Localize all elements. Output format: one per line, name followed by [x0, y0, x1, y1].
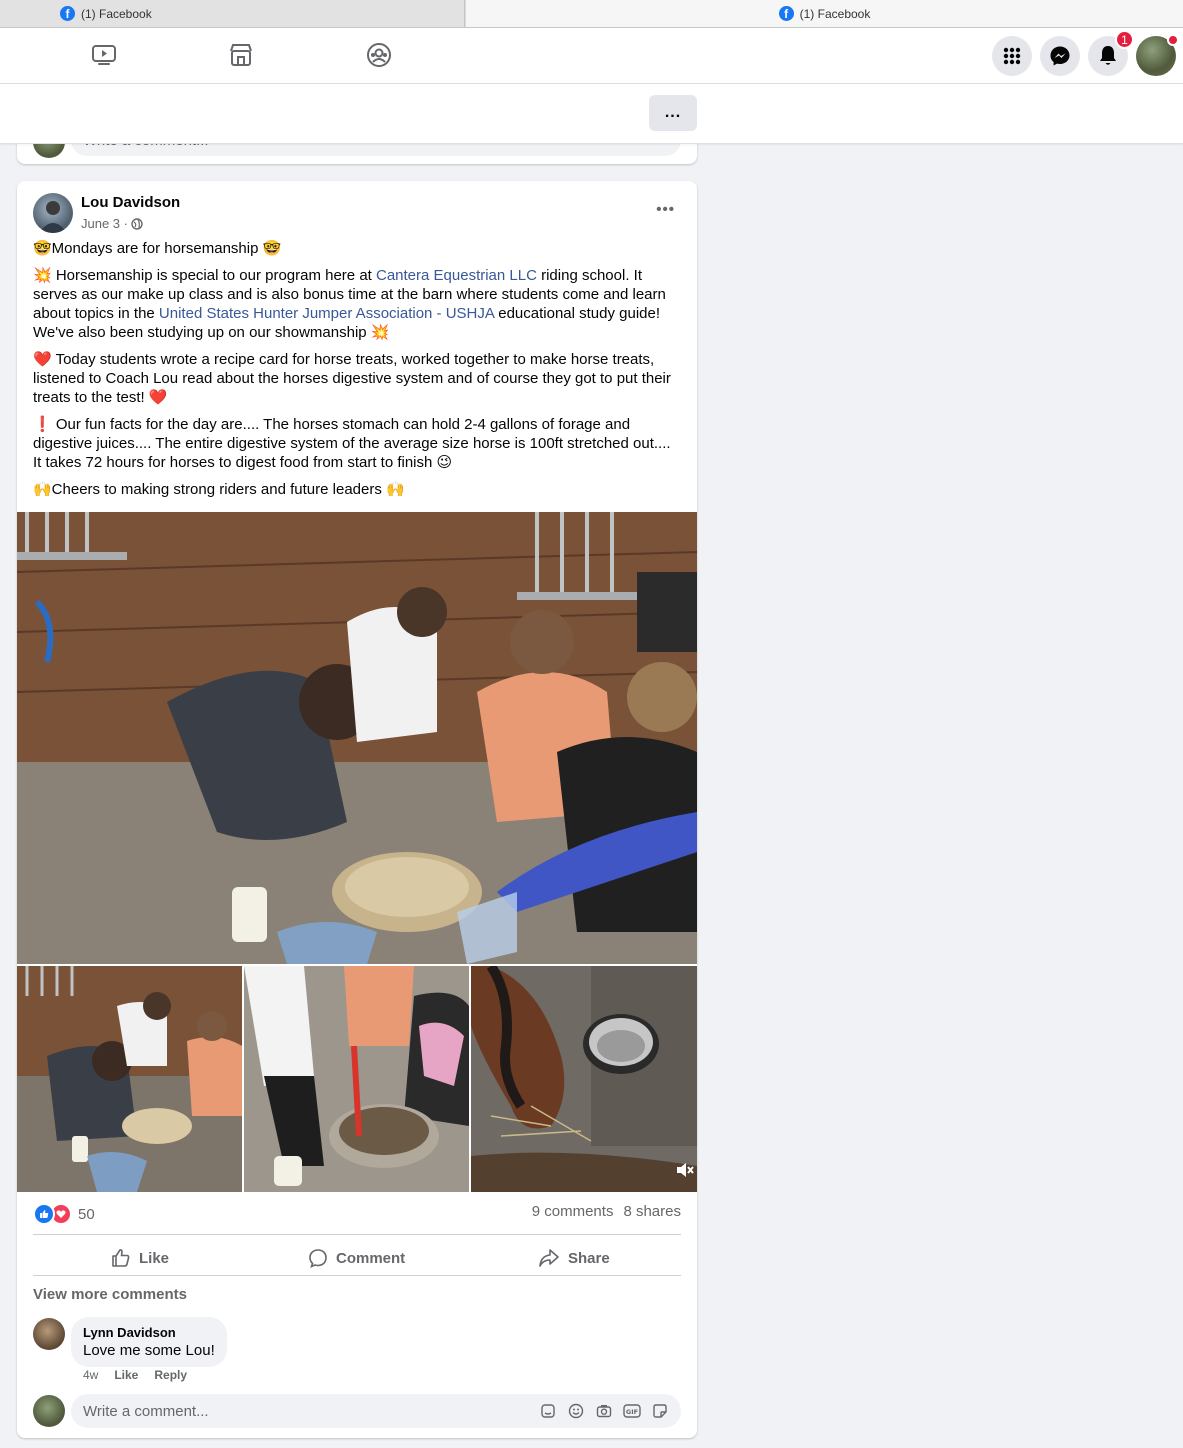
post-date[interactable]: June 3 · [81, 216, 128, 231]
browser-tab-1[interactable]: f (1) Facebook [0, 0, 465, 27]
post-text: 🤓Mondays are for horsemanship 🤓 💥 Horsem… [33, 239, 683, 507]
like-button[interactable]: Like [111, 1241, 169, 1275]
browser-tab-1-label: (1) Facebook [81, 6, 152, 21]
actions-bottom-divider [33, 1275, 681, 1276]
post-paragraph-2: 💥 Horsemanship is special to our program… [33, 266, 683, 342]
notification-count-badge: 1 [1115, 30, 1134, 49]
comment-icon [309, 1249, 327, 1268]
post-paragraph-2-a: 💥 Horsemanship is special to our program… [33, 267, 376, 284]
commenter-avatar[interactable] [33, 1318, 65, 1350]
gif-icon[interactable]: GIF [623, 1402, 641, 1420]
post-options-button[interactable]: ••• [656, 201, 675, 218]
post-paragraph-5: 🙌Cheers to making strong riders and futu… [33, 481, 405, 498]
comment-like-button[interactable]: Like [114, 1368, 138, 1382]
write-comment-input[interactable]: Write a comment... GIF [71, 1394, 681, 1428]
reaction-summary[interactable]: 50 [33, 1203, 95, 1225]
more-options-button[interactable]: ... [649, 95, 697, 131]
top-navigation-bar: 1 [0, 28, 1183, 84]
share-icon [539, 1249, 559, 1267]
engagement-counts: 9 comments 8 shares [532, 1203, 681, 1220]
like-label: Like [139, 1249, 170, 1267]
browser-tab-2-label: (1) Facebook [799, 6, 871, 21]
post-photo-main[interactable] [17, 512, 697, 964]
post-video-thumbnail[interactable] [471, 966, 697, 1192]
account-alert-dot [1167, 34, 1179, 46]
comment-composer-icons: GIF [539, 1402, 669, 1420]
globe-icon [131, 217, 143, 230]
commenter-name[interactable]: Lynn Davidson [83, 1325, 215, 1340]
comment-label: Comment [336, 1249, 406, 1267]
menu-grid-icon [1003, 47, 1021, 65]
post-card: Lou Davidson June 3 · ••• 🤓Mondays are f… [17, 181, 697, 1438]
camera-icon[interactable] [595, 1402, 613, 1420]
messenger-button[interactable] [1040, 36, 1080, 76]
author-avatar[interactable] [33, 193, 73, 233]
write-comment-placeholder: Write a comment... [83, 1402, 209, 1420]
comment-actions: 4w Like Reply [83, 1368, 187, 1382]
emoji-icon[interactable] [567, 1402, 585, 1420]
post-photo-2[interactable] [17, 966, 242, 1192]
view-more-comments-link[interactable]: View more comments [33, 1286, 187, 1303]
facebook-favicon-icon: f [778, 6, 794, 21]
sticker-icon[interactable] [651, 1402, 669, 1420]
browser-tab-strip: f (1) Facebook f (1) Facebook [0, 0, 1183, 28]
comments-count[interactable]: 9 comments [532, 1203, 614, 1220]
facebook-favicon-icon: f [60, 6, 75, 21]
comment-text: Love me some Lou! [83, 1342, 215, 1359]
notifications-button[interactable]: 1 [1088, 30, 1134, 76]
actions-top-divider [33, 1234, 681, 1235]
post-paragraph-4: ❗ Our fun facts for the day are.... The … [33, 416, 671, 471]
avatar-sticker-icon[interactable] [539, 1402, 557, 1420]
comment-reply-button[interactable]: Reply [154, 1368, 187, 1382]
svg-text:GIF: GIF [626, 1408, 638, 1416]
your-avatar [33, 1395, 65, 1427]
comment-button[interactable]: Comment [308, 1241, 405, 1275]
like-reaction-icon [33, 1203, 55, 1225]
mute-icon[interactable] [675, 1160, 695, 1180]
bell-icon [1100, 46, 1116, 65]
menu-grid-button[interactable] [992, 36, 1032, 76]
sticky-subheader: ... [0, 84, 1183, 144]
shares-count[interactable]: 8 shares [623, 1203, 681, 1220]
account-avatar[interactable] [1136, 34, 1179, 76]
post-paragraph-3: ❤️ Today students wrote a recipe card fo… [33, 351, 671, 406]
ushja-link[interactable]: United States Hunter Jumper Association … [159, 305, 494, 322]
post-author-name[interactable]: Lou Davidson [81, 194, 180, 211]
cantera-equestrian-link[interactable]: Cantera Equestrian LLC [376, 267, 537, 284]
post-photo-3[interactable] [244, 966, 469, 1192]
share-button[interactable]: Share [538, 1241, 610, 1275]
share-label: Share [568, 1249, 610, 1267]
thumbs-up-icon [112, 1249, 130, 1267]
comment-time[interactable]: 4w [83, 1368, 98, 1382]
marketplace-icon[interactable] [227, 41, 255, 69]
comment-bubble: Lynn Davidson Love me some Lou! [71, 1317, 227, 1367]
browser-tab-2[interactable]: f (1) Facebook [466, 0, 1183, 27]
messenger-icon [1050, 46, 1070, 66]
groups-icon[interactable] [365, 41, 393, 69]
post-meta: June 3 · [81, 216, 143, 231]
reaction-count: 50 [78, 1205, 95, 1223]
watch-icon[interactable] [90, 41, 118, 69]
post-paragraph-1: 🤓Mondays are for horsemanship 🤓 [33, 240, 282, 257]
